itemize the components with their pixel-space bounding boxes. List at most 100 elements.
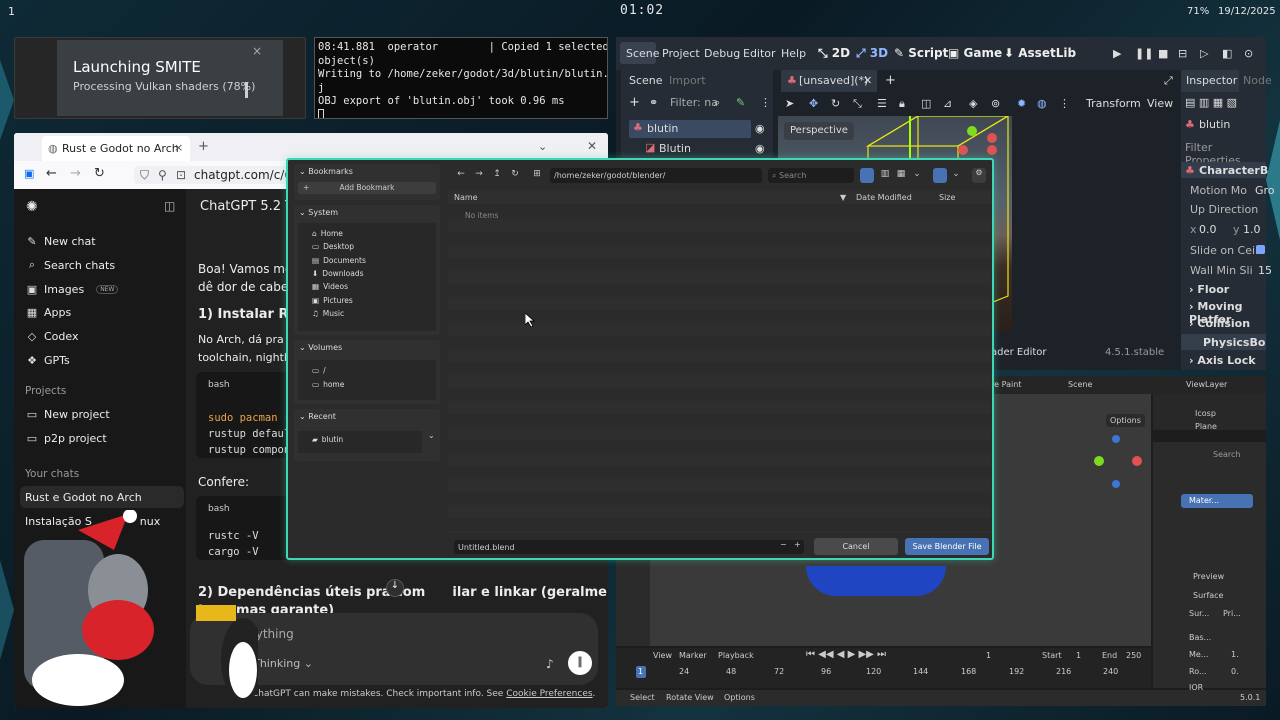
sidebar-item-search-chats[interactable]: ⌕ Search chats — [26, 256, 115, 274]
terminal-window[interactable]: 08:41.881 operator | Copied 1 selected ob… — [314, 37, 608, 119]
sidebar-item-project[interactable]: ▭ New project — [26, 405, 110, 423]
menu-project[interactable]: Project — [662, 47, 700, 60]
viewlayer-selector[interactable]: ViewLayer — [1186, 380, 1227, 389]
menu-help[interactable]: Help — [781, 47, 806, 60]
browser-tab[interactable]: ◍ Rust e Godot no Arch × — [42, 136, 190, 161]
openai-logo-icon[interactable]: ✺ — [26, 199, 38, 215]
chevron-down-icon[interactable]: ⌄ — [428, 431, 435, 440]
mode-game[interactable]: ▣ Game — [948, 46, 1002, 60]
forward-icon[interactable]: → — [70, 166, 81, 181]
timeline-menu[interactable]: View — [653, 651, 672, 660]
section-collision[interactable]: › Collision — [1189, 317, 1250, 330]
view-menu[interactable]: View — [1147, 97, 1173, 110]
options-menu[interactable]: Options — [1106, 414, 1145, 427]
refresh-icon[interactable]: ↻ — [508, 169, 522, 183]
gear-icon[interactable]: ⚙ — [972, 168, 986, 183]
filename-field[interactable]: Untitled.blend — [454, 540, 804, 554]
start-frame[interactable]: 1 — [1076, 651, 1081, 660]
camera-icon[interactable]: ⊚ — [991, 97, 1000, 110]
rotate-icon[interactable]: ↻ — [831, 97, 840, 110]
navigation-gizmo[interactable] — [1094, 434, 1144, 489]
column-size[interactable]: Size — [939, 193, 955, 202]
search-field[interactable]: ⌕ Search — [768, 168, 854, 183]
parent-dir-icon[interactable]: ↥ — [490, 169, 504, 183]
ruler-icon[interactable]: ⊿ — [943, 97, 952, 110]
filter-input[interactable]: Filter: na — [670, 96, 718, 109]
mode-3d[interactable]: ⤢ 3D — [856, 46, 888, 61]
more-icon[interactable]: ⋮ — [760, 96, 771, 109]
decrement-button[interactable]: − — [780, 540, 787, 549]
menu-editor[interactable]: Editor — [743, 47, 776, 60]
sidebar-item-images[interactable]: ▣ Images NEW — [26, 280, 119, 298]
material-slot[interactable]: Mater... — [1181, 494, 1253, 508]
cancel-button[interactable]: Cancel — [814, 538, 898, 555]
outliner-item[interactable]: Plane — [1195, 422, 1217, 431]
bottom-panel-tab[interactable]: ader Editor — [991, 347, 1047, 358]
lock-icon[interactable]: 🔒︎ — [899, 97, 905, 111]
mode-assetlib[interactable]: ⬇ AssetLib — [1004, 46, 1076, 60]
play-custom-icon[interactable]: ◧ — [1222, 47, 1232, 60]
slide-on-ceiling-checkbox[interactable] — [1256, 245, 1265, 254]
recent-item[interactable]: ▰ blutin — [312, 435, 343, 444]
add-node-icon[interactable]: + — [629, 95, 640, 110]
sort-icon[interactable]: ▼ — [840, 193, 846, 202]
column-name[interactable]: Name — [454, 193, 478, 202]
chevron-down-icon[interactable]: ⌄ — [910, 169, 924, 183]
volume-item[interactable]: ▭ / — [312, 366, 326, 375]
chevron-down-icon[interactable]: ⌄ — [949, 169, 963, 183]
close-icon[interactable]: ✕ — [863, 74, 872, 87]
sidebar-item-project[interactable]: ▭ p2p project — [26, 429, 107, 447]
chevron-down-icon[interactable]: ⌄ — [538, 140, 547, 153]
system-item-music[interactable]: ♫ Music — [312, 309, 344, 318]
system-item-downloads[interactable]: ⬇ Downloads — [312, 269, 364, 278]
voice-mode-button[interactable]: ∥ — [568, 651, 592, 675]
property-value[interactable]: 1. — [1231, 650, 1239, 659]
close-icon[interactable]: × — [252, 44, 262, 58]
new-tab-button[interactable]: + — [885, 73, 896, 88]
property-value[interactable]: 15 — [1258, 264, 1272, 277]
panel-header[interactable]: ⌄ Bookmarks — [299, 167, 353, 176]
environment-icon[interactable]: ◍ — [1037, 97, 1047, 110]
editor-tab[interactable]: ♣ [unsaved](*) ✕ — [781, 70, 877, 92]
system-item-documents[interactable]: ▤ Documents — [312, 256, 366, 265]
sidebar-icon[interactable]: ▣ — [24, 167, 34, 180]
property-value[interactable]: Gro — [1255, 184, 1275, 197]
microphone-icon[interactable]: ♪ — [546, 657, 554, 671]
path-field[interactable]: /home/zeker/godot/blender/ — [550, 168, 762, 183]
pause-icon[interactable]: ❚❚ — [1135, 47, 1153, 60]
tab-inspector[interactable]: Inspector — [1186, 74, 1237, 87]
system-item-videos[interactable]: ▦ Videos — [312, 282, 348, 291]
system-item-pictures[interactable]: ▣ Pictures — [312, 296, 353, 305]
remote-icon[interactable]: ⊟ — [1178, 47, 1187, 60]
visibility-icon[interactable]: ◉ — [755, 122, 765, 135]
preview-panel[interactable]: Preview — [1193, 572, 1224, 581]
sidebar-item-codex[interactable]: ◇ Codex — [26, 327, 79, 345]
scene-selector[interactable]: Scene — [1068, 380, 1092, 389]
new-folder-icon[interactable]: ⊞ — [530, 169, 544, 183]
panel-header[interactable]: ⌄ System — [299, 208, 338, 217]
outliner-item[interactable]: Icosp — [1195, 409, 1216, 418]
sun-icon[interactable]: ✹ — [1017, 97, 1026, 110]
new-tab-button[interactable]: + — [198, 139, 209, 154]
mode-script[interactable]: ✎ Script — [894, 46, 948, 60]
sidebar-item-apps[interactable]: ▦ Apps — [26, 303, 71, 321]
scroll-down-button[interactable]: ↓ — [386, 579, 404, 597]
save-button[interactable]: Save Blender File — [905, 538, 989, 555]
tab-scene[interactable]: Scene — [629, 74, 663, 87]
back-icon[interactable]: ← — [46, 166, 57, 181]
up-direction-y[interactable]: 1.0 — [1243, 223, 1261, 236]
section-floor[interactable]: › Floor — [1189, 283, 1229, 296]
more-icon[interactable]: ⋮ — [1059, 97, 1070, 110]
chat-item[interactable]: Rust e Godot no Arch — [25, 488, 142, 506]
system-item-home[interactable]: ⌂ Home — [312, 229, 343, 238]
playback-controls[interactable]: ⏮ ◀◀ ◀ ▶ ▶▶ ⏭ — [806, 649, 886, 660]
volume-item[interactable]: ▭ home — [312, 380, 344, 389]
thumbnails-icon[interactable]: ▦ — [894, 169, 908, 183]
cookie-preferences-link[interactable]: Cookie Preferences — [506, 689, 592, 699]
script-attach-icon[interactable]: ✎ — [736, 96, 745, 109]
section-axis-lock[interactable]: › Axis Lock — [1189, 354, 1256, 367]
system-item-desktop[interactable]: ▭ Desktop — [312, 242, 354, 251]
close-icon[interactable]: ✕ — [587, 139, 597, 153]
transform-menu[interactable]: Transform — [1086, 97, 1141, 110]
close-icon[interactable]: × — [174, 141, 183, 154]
